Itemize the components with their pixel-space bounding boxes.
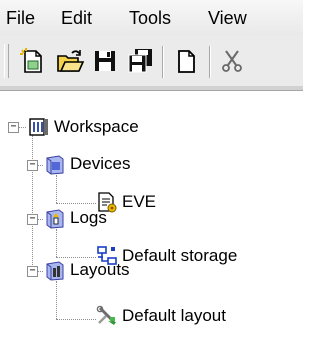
new-document-icon xyxy=(178,50,195,73)
menu-view[interactable]: View xyxy=(208,8,247,29)
tree-line xyxy=(32,135,33,271)
menu-tools[interactable]: Tools xyxy=(129,8,171,29)
collapse-workspace-toggle[interactable]: − xyxy=(8,122,19,133)
collapse-devices-toggle[interactable]: − xyxy=(27,160,38,171)
layout-tools-icon xyxy=(96,305,118,327)
open-folder-icon xyxy=(57,50,85,72)
toolbar-separator xyxy=(209,46,211,78)
save-all-button[interactable] xyxy=(126,47,154,75)
tree-label-default-layout: Default layout xyxy=(122,306,226,325)
collapse-layouts-toggle[interactable]: − xyxy=(27,266,38,277)
save-all-icon xyxy=(128,49,152,73)
workspace-icon xyxy=(28,116,50,138)
toolbar-fade xyxy=(277,36,303,86)
menu-edit[interactable]: Edit xyxy=(61,8,92,29)
logs-folder-icon xyxy=(44,207,66,229)
tree-line xyxy=(56,175,57,203)
toolbar xyxy=(0,36,303,86)
layouts-folder-icon xyxy=(44,259,66,281)
toolbar-separator xyxy=(162,46,164,78)
menu-bar: File Edit Tools View xyxy=(0,0,303,36)
tree-label-eve: EVE xyxy=(122,192,157,211)
open-button[interactable] xyxy=(56,47,85,75)
tree-line xyxy=(18,127,26,128)
tree-label-default-storage: Default storage xyxy=(122,246,238,265)
menu-file[interactable]: File xyxy=(6,8,35,29)
tree-label-logs: Logs xyxy=(70,208,107,227)
tree-label-devices: Devices xyxy=(70,154,131,173)
new-document-button[interactable] xyxy=(172,47,200,75)
workspace-tree[interactable]: − Workspace − Devices EVE − Logs Default… xyxy=(0,91,303,345)
tree-line xyxy=(56,319,96,320)
tree-line xyxy=(56,203,96,204)
new-project-button[interactable] xyxy=(18,47,46,75)
cut-button[interactable] xyxy=(218,47,246,75)
tree-line xyxy=(56,257,96,258)
tree-label-workspace: Workspace xyxy=(54,117,139,136)
collapse-logs-toggle[interactable]: − xyxy=(27,214,38,225)
tree-line xyxy=(56,281,57,319)
new-project-icon xyxy=(20,48,42,73)
save-button[interactable] xyxy=(91,47,119,75)
tree-label-layouts: Layouts xyxy=(70,260,130,279)
save-icon xyxy=(95,51,115,71)
tree-line xyxy=(56,229,57,257)
devices-folder-icon xyxy=(44,153,66,175)
toolbar-grip[interactable] xyxy=(4,44,9,78)
scissors-icon xyxy=(222,50,242,72)
